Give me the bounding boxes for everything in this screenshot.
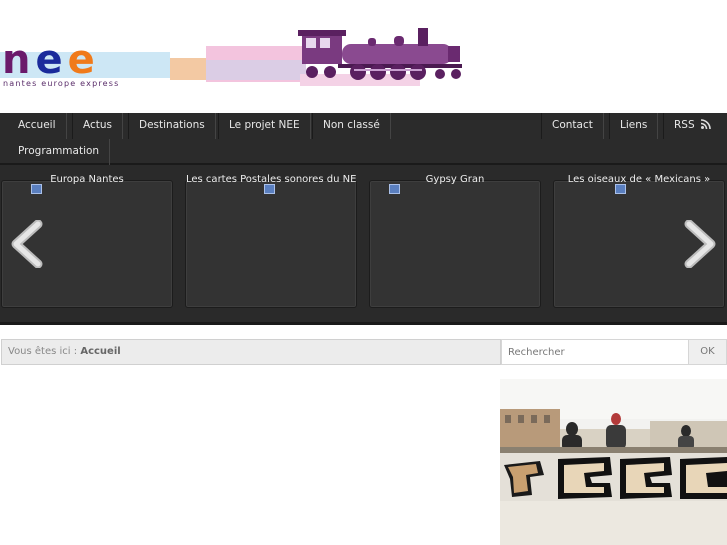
nav-item-rss[interactable]: RSS: [663, 113, 721, 139]
logo-tagline: nantes europe express: [3, 79, 120, 88]
nav-item-programmation[interactable]: Programmation: [8, 139, 111, 165]
site-logo[interactable]: nee: [2, 40, 100, 80]
carousel-prev-arrow-icon[interactable]: [8, 220, 44, 268]
broken-image-icon: [31, 184, 42, 194]
breadcrumb-prefix: Vous êtes ici :: [8, 346, 78, 357]
page: { "logo": { "name": "nee", "tagline": "n…: [0, 0, 727, 545]
nav-item-non-classe[interactable]: Non classé: [312, 113, 391, 139]
featured-carousel: Europa Nantes Les cartes Postales sonore…: [0, 165, 727, 325]
broken-image-icon: [264, 184, 275, 194]
nav-item-liens[interactable]: Liens: [609, 113, 659, 139]
nav-item-projet[interactable]: Le projet NEE: [218, 113, 311, 139]
site-header: nee nantes europe express: [0, 0, 727, 113]
carousel-card-title[interactable]: Les oiseaux de « Mexicans »: [554, 174, 724, 186]
search-submit-button[interactable]: OK: [688, 339, 727, 365]
nav-item-actus[interactable]: Actus: [72, 113, 124, 139]
search-input[interactable]: [501, 339, 689, 365]
main-nav: Accueil Actus Destinations Le projet NEE…: [0, 113, 727, 165]
logo-stripe: [170, 58, 210, 80]
logo-letter-e: e: [67, 37, 100, 83]
broken-image-icon: [389, 184, 400, 194]
carousel-card[interactable]: Les cartes Postales sonores du NEE: [185, 174, 357, 308]
nav-item-accueil[interactable]: Accueil: [8, 113, 67, 139]
breadcrumb-current[interactable]: Accueil: [80, 346, 120, 357]
rss-icon: [700, 119, 711, 130]
nav-item-destinations[interactable]: Destinations: [128, 113, 216, 139]
logo-letter-e: e: [35, 37, 68, 83]
locomotive-image: [298, 28, 462, 80]
logo-stripe: [206, 60, 306, 80]
sidebar-photo-image[interactable]: [500, 379, 727, 545]
carousel-next-arrow-icon[interactable]: [683, 220, 719, 268]
breadcrumb: Vous êtes ici : Accueil: [1, 339, 501, 365]
broken-image-icon: [615, 184, 626, 194]
carousel-card[interactable]: Gypsy Gran: [369, 174, 541, 308]
nav-item-rss-label: RSS: [674, 119, 695, 131]
logo-letter-n: n: [2, 37, 36, 83]
carousel-card-title[interactable]: Europa Nantes: [2, 174, 172, 186]
nav-item-contact[interactable]: Contact: [541, 113, 604, 139]
